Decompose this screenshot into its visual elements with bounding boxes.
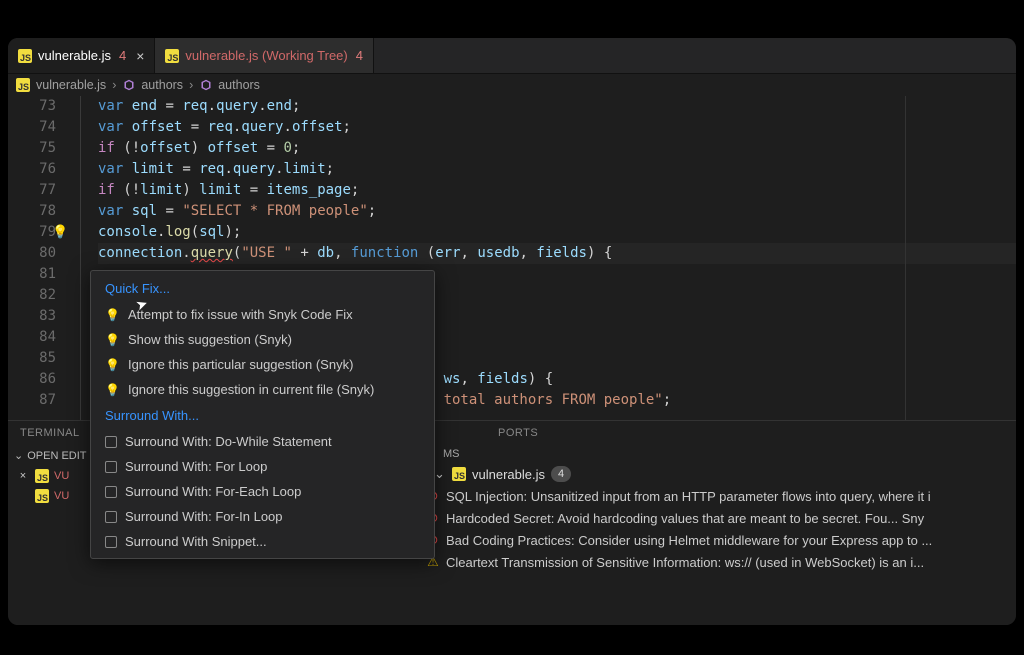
code-line[interactable]: if (!offset) offset = 0; (98, 138, 1016, 159)
open-editor-label: VU (54, 470, 69, 482)
js-icon: JS (165, 49, 179, 63)
tab-vulnerable-working-tree[interactable]: JS vulnerable.js (Working Tree) 4 (155, 38, 374, 73)
tab-badge: 4 (356, 48, 363, 63)
breadcrumb-seg: authors (218, 78, 260, 92)
quickfix-label: Ignore this particular suggestion (Snyk) (128, 357, 353, 372)
quick-fix-popup: Quick Fix... 💡 Attempt to fix issue with … (90, 270, 435, 559)
line-number: 75 (8, 138, 56, 159)
snippet-icon (105, 436, 117, 448)
line-number: 83 (8, 306, 56, 327)
surround-item[interactable]: Surround With: For-Each Loop (91, 479, 434, 504)
code-line[interactable]: var offset = req.query.offset; (98, 117, 1016, 138)
open-editors-header[interactable]: ⌄ OPEN EDIT (8, 445, 97, 466)
open-editor-label: VU (54, 490, 69, 502)
line-number: 85 (8, 348, 56, 369)
editor-tabs: JS vulnerable.js 4 × JS vulnerable.js (W… (8, 38, 1016, 74)
chevron-down-icon: ⌄ (434, 466, 446, 482)
tab-filename: vulnerable.js (Working Tree) (185, 48, 347, 63)
quickfix-item[interactable]: 💡 Ignore this particular suggestion (Snyk… (91, 352, 434, 377)
line-number: 74 (8, 117, 56, 138)
open-editors-label: OPEN EDIT (27, 450, 86, 462)
breadcrumb-file: vulnerable.js (36, 78, 106, 92)
quickfix-header: Quick Fix... (91, 275, 434, 302)
surround-item[interactable]: Surround With: Do-While Statement (91, 429, 434, 454)
problem-text: Bad Coding Practices: Consider using Hel… (446, 533, 932, 548)
method-icon (122, 79, 135, 92)
tab-badge: 4 (119, 48, 126, 63)
line-number: 80 (8, 243, 56, 264)
problems-count-badge: 4 (551, 466, 571, 482)
snippet-icon (105, 511, 117, 523)
panel-tab-terminal[interactable]: TERMINAL (20, 427, 80, 439)
chevron-down-icon: ⌄ (14, 449, 23, 462)
open-editor-item[interactable]: JS VU (8, 486, 97, 506)
chevron-right-icon: › (189, 78, 193, 92)
snippet-icon (105, 461, 117, 473)
tab-vulnerable-active[interactable]: JS vulnerable.js 4 × (8, 38, 155, 73)
method-icon (199, 79, 212, 92)
problem-text: Cleartext Transmission of Sensitive Info… (446, 555, 924, 570)
line-number: 87 (8, 390, 56, 411)
breadcrumb[interactable]: JS vulnerable.js › authors › authors (8, 74, 1016, 96)
snippet-icon (105, 486, 117, 498)
lightbulb-icon: 💡 (105, 308, 120, 322)
quickfix-item[interactable]: 💡 Show this suggestion (Snyk) (91, 327, 434, 352)
line-number: 73 (8, 96, 56, 117)
js-icon: JS (18, 49, 32, 63)
line-number-gutter: 737475767778798081828384858687 (8, 96, 68, 420)
surround-label: Surround With: Do-While Statement (125, 434, 332, 449)
surround-item[interactable]: Surround With: For Loop (91, 454, 434, 479)
js-icon: JS (35, 489, 49, 503)
lightbulb-icon: 💡 (105, 383, 120, 397)
surround-label: Surround With: For Loop (125, 459, 267, 474)
code-line[interactable]: var end = req.query.end; (98, 96, 1016, 117)
close-icon[interactable]: × (136, 48, 144, 64)
line-number: 82 (8, 285, 56, 306)
quickfix-item[interactable]: 💡 Ignore this suggestion in current file … (91, 377, 434, 402)
breadcrumb-seg: authors (141, 78, 183, 92)
tab-filename: vulnerable.js (38, 48, 111, 63)
js-icon: JS (452, 467, 466, 481)
line-number: 77 (8, 180, 56, 201)
code-line[interactable]: var sql = "SELECT * FROM people"; (98, 201, 1016, 222)
line-number: 76 (8, 159, 56, 180)
surround-label: Surround With: For-Each Loop (125, 484, 301, 499)
quickfix-label: Show this suggestion (Snyk) (128, 332, 292, 347)
close-icon[interactable]: × (16, 470, 30, 482)
surround-header: Surround With... (91, 402, 434, 429)
code-line[interactable]: connection.query("USE " + db, function (… (98, 243, 1016, 264)
code-line[interactable]: var limit = req.query.limit; (98, 159, 1016, 180)
line-number: 81 (8, 264, 56, 285)
snippet-icon (105, 536, 117, 548)
line-number: 78 (8, 201, 56, 222)
problems-file: vulnerable.js (472, 467, 545, 482)
panel-tab-ports[interactable]: PORTS (498, 427, 538, 439)
code-line[interactable]: if (!limit) limit = items_page; (98, 180, 1016, 201)
surround-item[interactable]: Surround With: For-In Loop (91, 504, 434, 529)
problem-text: SQL Injection: Unsanitized input from an… (446, 489, 931, 504)
code-line[interactable]: 💡console.log(sql); (98, 222, 1016, 243)
surround-item[interactable]: Surround With Snippet... (91, 529, 434, 554)
quickfix-label: Ignore this suggestion in current file (… (128, 382, 374, 397)
line-number: 79 (8, 222, 56, 243)
surround-label: Surround With: For-In Loop (125, 509, 283, 524)
quickfix-label: Attempt to fix issue with Snyk Code Fix (128, 307, 353, 322)
surround-label: Surround With Snippet... (125, 534, 267, 549)
quickfix-item[interactable]: 💡 Attempt to fix issue with Snyk Code Fix (91, 302, 434, 327)
line-number: 84 (8, 327, 56, 348)
chevron-right-icon: › (112, 78, 116, 92)
close-icon (16, 490, 30, 502)
js-icon: JS (16, 78, 30, 92)
js-icon: JS (35, 469, 49, 483)
open-editor-item[interactable]: × JS VU (8, 466, 97, 486)
lightbulb-icon: 💡 (105, 333, 120, 347)
problem-text: Hardcoded Secret: Avoid hardcoding value… (446, 511, 924, 526)
lightbulb-icon: 💡 (105, 358, 120, 372)
line-number: 86 (8, 369, 56, 390)
